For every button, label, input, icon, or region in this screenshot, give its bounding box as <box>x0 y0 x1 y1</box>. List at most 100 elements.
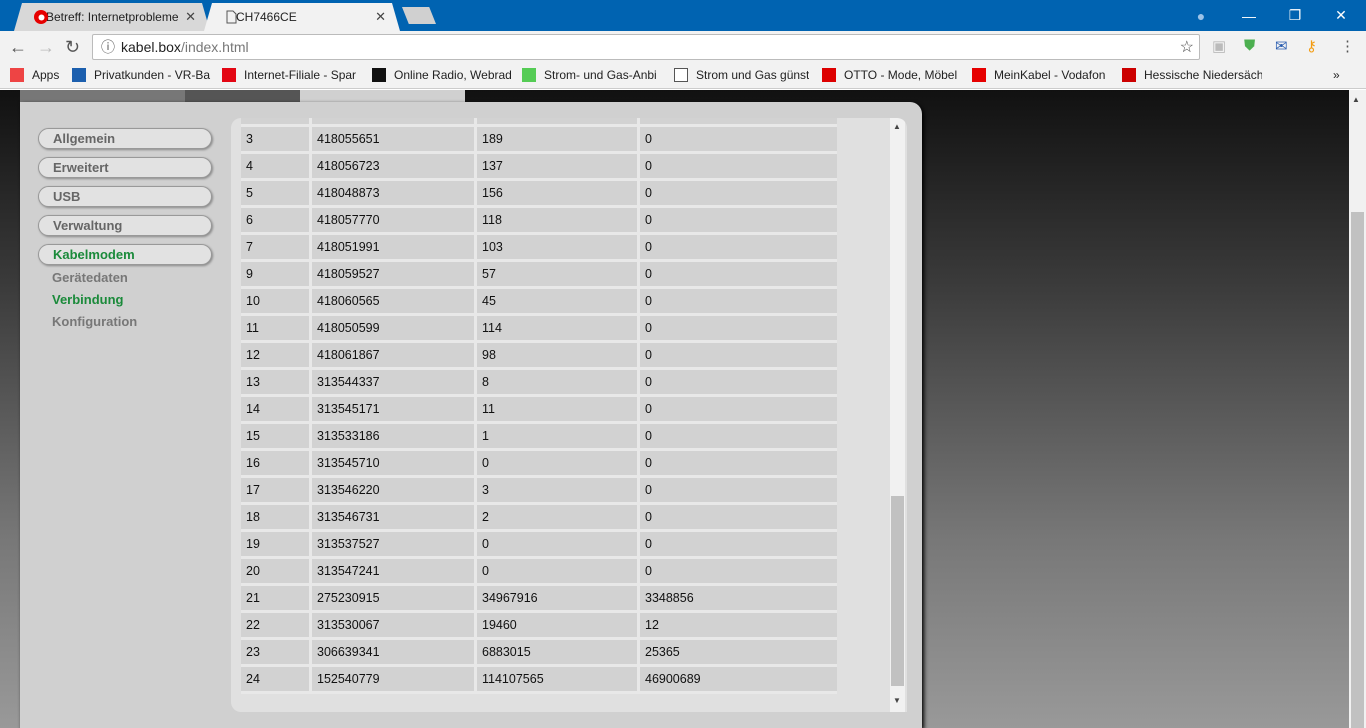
mail-extension-icon[interactable]: ✉ <box>1275 37 1288 55</box>
key-extension-icon[interactable]: ⚷ <box>1306 37 1317 55</box>
bookmark-item[interactable]: Privatkunden - VR-Ba <box>72 68 212 82</box>
table-cell: 9 <box>241 262 312 289</box>
scrollbar-thumb[interactable] <box>1351 212 1364 728</box>
table-cell <box>241 118 312 127</box>
minimize-button[interactable]: — <box>1226 0 1272 31</box>
shield-extension-icon[interactable]: ⛊ <box>1244 37 1255 54</box>
main-panel: Allgemein Erweitert USB Verwaltung Kabelmode… <box>20 102 922 728</box>
table-row: 12 418061867 98 0 <box>241 343 837 370</box>
bookmark-item[interactable]: Internet-Filiale - Spar <box>222 68 362 82</box>
table-cell: 114 <box>477 316 640 343</box>
bookmark-item[interactable]: Strom und Gas günst <box>674 68 809 82</box>
table-cell: 45 <box>477 289 640 316</box>
table-cell: 20 <box>241 559 312 586</box>
table-cell: 7 <box>241 235 312 262</box>
reload-icon[interactable]: ↻ <box>65 37 80 58</box>
page-icon <box>674 68 688 82</box>
table-cell: 313547241 <box>312 559 477 586</box>
close-window-button[interactable]: ✕ <box>1318 0 1364 31</box>
pdf-extension-icon[interactable]: ▣ <box>1212 37 1226 55</box>
bookmark-item[interactable]: Strom- und Gas-Anbi <box>522 68 662 82</box>
hna-icon <box>1122 68 1136 82</box>
table-cell: 22 <box>241 613 312 640</box>
table-cell: 3348856 <box>640 586 837 613</box>
sidebar-subitem[interactable]: Gerätedaten <box>52 270 128 285</box>
table-row: 7 418051991 103 0 <box>241 235 837 262</box>
more-bookmarks-button[interactable]: » <box>1333 68 1340 82</box>
table-cell: 0 <box>640 451 837 478</box>
table-cell: 12 <box>241 343 312 370</box>
bookmark-label: OTTO - Mode, Möbel <box>844 68 958 82</box>
table-cell: 313546220 <box>312 478 477 505</box>
scroll-up-icon[interactable]: ▲ <box>893 122 901 131</box>
table-cell: 152540779 <box>312 667 477 694</box>
table-cell: 19 <box>241 532 312 559</box>
restore-button[interactable]: ❐ <box>1272 0 1318 31</box>
table-cell: 11 <box>241 316 312 343</box>
table-cell: 418061867 <box>312 343 477 370</box>
table-cell: 0 <box>640 532 837 559</box>
scrollbar-thumb[interactable] <box>891 496 904 686</box>
bookmark-item[interactable]: Online Radio, Webrad <box>372 68 512 82</box>
menu-icon[interactable]: ⋮ <box>1340 37 1355 55</box>
table-cell <box>477 118 640 127</box>
table-row: 10 418060565 45 0 <box>241 289 837 316</box>
sidebar-item-erweitert[interactable]: Erweitert <box>38 157 212 178</box>
sidebar-item-allgemein[interactable]: Allgemein <box>38 128 212 149</box>
profile-icon[interactable]: ● <box>1178 0 1224 31</box>
table-cell: 114107565 <box>477 667 640 694</box>
table-row: 11 418050599 114 0 <box>241 316 837 343</box>
sidebar-subitem[interactable]: Verbindung <box>52 292 124 307</box>
bookmark-item[interactable]: Hessische Niedersäch <box>1122 68 1262 82</box>
table-cell: 13 <box>241 370 312 397</box>
bookmark-label: Strom- und Gas-Anbi <box>544 68 657 82</box>
table-cell: 313545171 <box>312 397 477 424</box>
sidebar-item-usb[interactable]: USB <box>38 186 212 207</box>
bookmark-item[interactable]: Apps <box>10 68 65 82</box>
scroll-up-icon[interactable]: ▲ <box>1352 95 1360 104</box>
bookmark-label: Online Radio, Webrad <box>394 68 512 82</box>
close-tab-icon[interactable]: ✕ <box>375 9 386 25</box>
top-tab-strip <box>20 90 185 102</box>
table-row: 5 418048873 156 0 <box>241 181 837 208</box>
table-cell: 1 <box>477 424 640 451</box>
table-cell: 418055651 <box>312 127 477 154</box>
table-row: 22 313530067 19460 12 <box>241 613 837 640</box>
info-icon[interactable]: ⓘ <box>101 37 115 57</box>
table-cell: 5 <box>241 181 312 208</box>
apps-grid-icon <box>10 68 24 82</box>
close-tab-icon[interactable]: ✕ <box>185 9 196 25</box>
sidebar-item-kabelmodem[interactable]: Kabelmodem <box>38 244 212 265</box>
address-bar[interactable]: ⓘ kabel.box/index.html ☆ <box>92 34 1200 60</box>
bookmark-item[interactable]: MeinKabel - Vodafon <box>972 68 1112 82</box>
sidebar-subitem[interactable]: Konfiguration <box>52 314 137 329</box>
table-cell: 313546731 <box>312 505 477 532</box>
new-tab-button[interactable] <box>402 7 436 24</box>
table-cell: 19460 <box>477 613 640 640</box>
table-cell: 0 <box>640 235 837 262</box>
back-icon[interactable]: ← <box>9 37 27 58</box>
sidebar-item-verwaltung[interactable]: Verwaltung <box>38 215 212 236</box>
connection-table-panel: 3 418055651 189 0 4 418056723 137 0 5 418048873 15… <box>231 118 907 712</box>
scroll-down-icon[interactable]: ▼ <box>893 696 901 705</box>
table-cell: 418050599 <box>312 316 477 343</box>
table-cell: 418048873 <box>312 181 477 208</box>
tab-ch7466ce[interactable]: CH7466CE ✕ <box>204 3 400 31</box>
page-scrollbar[interactable]: ▲ <box>1349 90 1366 728</box>
table-cell: 0 <box>640 154 837 181</box>
table-cell: 0 <box>640 127 837 154</box>
table-cell: 118 <box>477 208 640 235</box>
router-page: Allgemein Erweitert USB Verwaltung Kabelmode… <box>0 90 1349 728</box>
table-cell <box>640 118 837 127</box>
table-cell: 0 <box>640 181 837 208</box>
table-cell: 6883015 <box>477 640 640 667</box>
bookmark-item[interactable]: OTTO - Mode, Möbel <box>822 68 962 82</box>
bookmark-label: Hessische Niedersäch <box>1144 68 1262 82</box>
table-cell: 23 <box>241 640 312 667</box>
table-cell: 418059527 <box>312 262 477 289</box>
table-scrollbar[interactable]: ▲ ▼ <box>890 118 905 712</box>
forward-icon[interactable]: → <box>37 37 55 58</box>
tab-betreff[interactable]: Betreff: Internetprobleme ✕ <box>14 3 210 31</box>
table-cell: 0 <box>640 397 837 424</box>
bookmark-star-icon[interactable]: ☆ <box>1180 37 1194 57</box>
